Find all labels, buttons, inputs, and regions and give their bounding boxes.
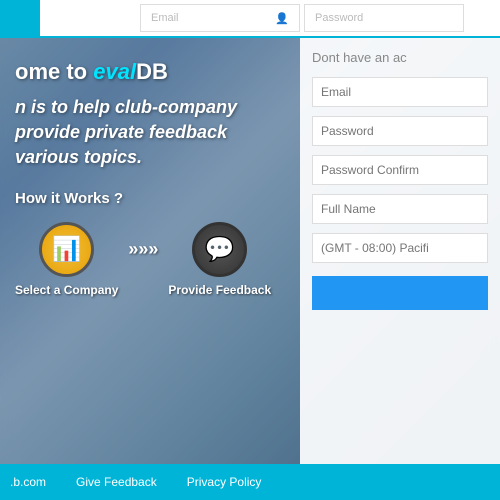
footer-item-home[interactable]: .b.com xyxy=(10,475,46,489)
company-icon: 📊 xyxy=(39,222,94,277)
nav-email-field[interactable]: Email 👤 xyxy=(140,4,300,32)
how-it-works-heading: How it Works ? xyxy=(15,190,305,207)
footer: .b.com Give Feedback Privacy Policy xyxy=(0,464,500,500)
nav-accent-bar xyxy=(0,0,40,36)
feedback-icon: 💬 xyxy=(192,222,247,277)
step-feedback-label: Provide Feedback xyxy=(168,283,271,297)
step-company-label: Select a Company xyxy=(15,283,118,297)
signup-fullname-input[interactable] xyxy=(312,194,488,224)
signup-panel: Dont have an ac xyxy=(300,38,500,464)
sub-line-2: provide private feedback xyxy=(15,120,305,145)
signup-fullname-field[interactable] xyxy=(312,194,488,224)
nav-email-label: Email xyxy=(151,12,179,24)
steps-container: 📊 Select a Company »»» 💬 Provide Feedbac… xyxy=(15,222,305,297)
brand-eval: eval xyxy=(93,59,136,84)
footer-item-feedback[interactable]: Give Feedback xyxy=(76,475,157,489)
signup-password-input[interactable] xyxy=(312,116,488,146)
top-navigation: Email 👤 Password xyxy=(0,0,500,38)
step-company: 📊 Select a Company xyxy=(15,222,118,297)
signup-timezone-input[interactable] xyxy=(312,233,488,263)
signup-password-field[interactable] xyxy=(312,116,488,146)
nav-inputs: Email 👤 Password xyxy=(140,4,464,32)
signup-title: Dont have an ac xyxy=(312,50,488,65)
main-content: ome to evalDB n is to help club-company … xyxy=(0,38,320,464)
signup-timezone-field[interactable] xyxy=(312,233,488,263)
signup-password-confirm-field[interactable] xyxy=(312,155,488,185)
signup-password-confirm-input[interactable] xyxy=(312,155,488,185)
step-feedback: 💬 Provide Feedback xyxy=(168,222,271,297)
welcome-prefix: ome to xyxy=(15,59,93,84)
nav-password-label: Password xyxy=(315,12,363,24)
welcome-heading: ome to evalDB xyxy=(15,58,305,87)
footer-item-privacy[interactable]: Privacy Policy xyxy=(187,475,262,489)
brand-db: DB xyxy=(136,59,168,84)
step-arrow: »»» xyxy=(128,239,158,260)
signup-email-field[interactable] xyxy=(312,77,488,107)
sub-line-3: various topics. xyxy=(15,145,305,170)
signup-email-input[interactable] xyxy=(312,77,488,107)
nav-password-field[interactable]: Password xyxy=(304,4,464,32)
welcome-subtext: n is to help club-company provide privat… xyxy=(15,95,305,171)
user-icon: 👤 xyxy=(275,12,289,25)
signup-button[interactable] xyxy=(312,276,488,310)
sub-line-1: n is to help club-company xyxy=(15,95,305,120)
